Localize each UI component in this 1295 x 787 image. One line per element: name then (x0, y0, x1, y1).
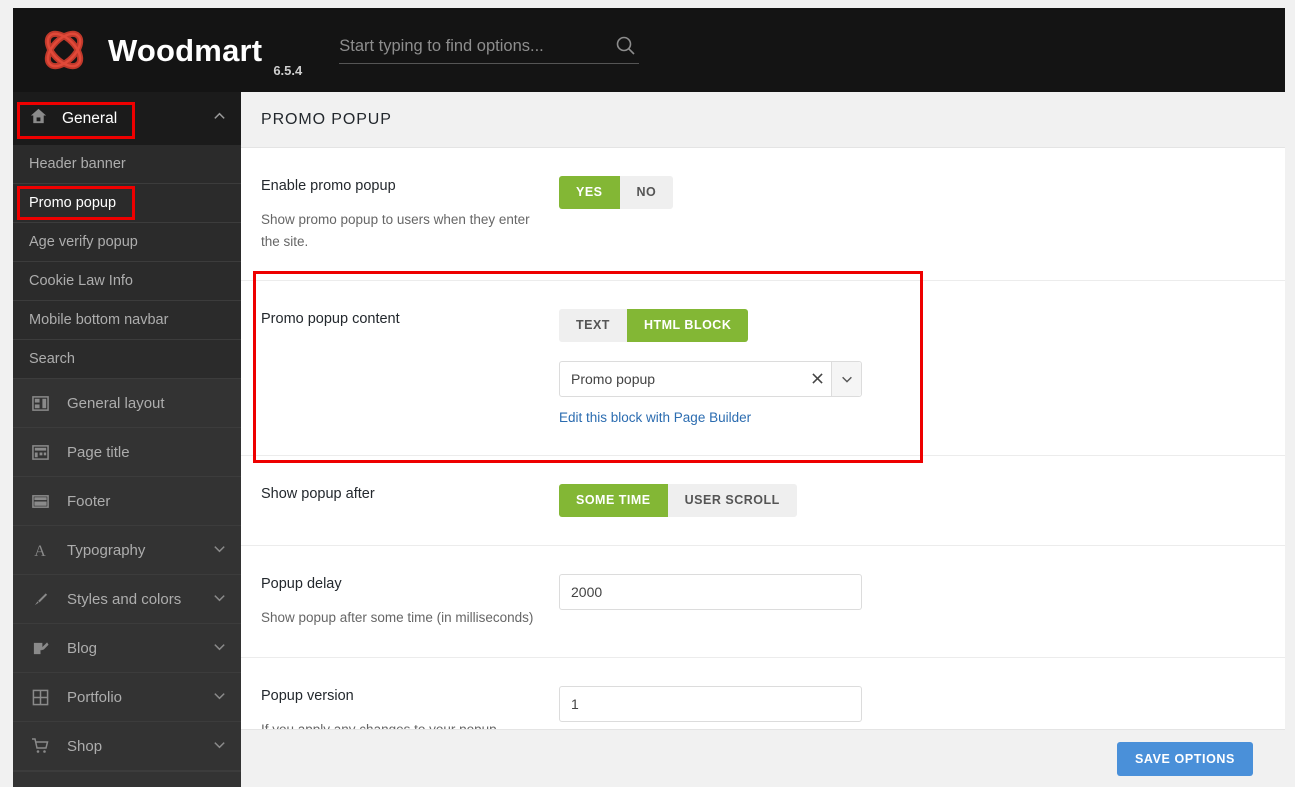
setting-label-col: Promo popup content (261, 309, 559, 427)
sidebar-item-footer[interactable]: Footer (13, 477, 241, 526)
content-footer-bar: SAVE OPTIONS (241, 729, 1285, 787)
sidebar-subitems: Header banner Promo popup Age verify pop… (13, 145, 241, 379)
setting-row-enable-promo-popup: Enable promo popup Show promo popup to u… (241, 148, 1285, 282)
setting-control-col: YES NO (559, 176, 1265, 252)
close-icon[interactable] (803, 371, 831, 388)
sidebar: General Header banner Promo popup Age ve… (13, 92, 241, 787)
chevron-up-icon (212, 109, 227, 129)
setting-description: Show popup after some time (in milliseco… (261, 610, 534, 626)
sidebar-subitem-label: Mobile bottom navbar (29, 312, 169, 328)
sidebar-item-typography[interactable]: A Typography (13, 526, 241, 575)
cart-icon (29, 737, 51, 755)
toggle-option-user-scroll[interactable]: USER SCROLL (667, 484, 797, 518)
setting-control-col: TEXT HTML BLOCK Promo popup Edit this bl… (559, 309, 1265, 427)
woodmart-logo-icon (36, 22, 92, 78)
setting-title: Enable promo popup (261, 178, 396, 194)
home-icon (29, 107, 48, 131)
page-title-icon (29, 444, 51, 461)
setting-label-col: Popup delay Show popup after some time (… (261, 574, 559, 629)
sidebar-item-label: Page title (67, 443, 130, 461)
sidebar-subitem-label: Search (29, 351, 75, 367)
sidebar-item-header-banner[interactable]: Header banner (13, 145, 241, 184)
html-block-select[interactable]: Promo popup (559, 361, 862, 398)
sidebar-item-label: Blog (67, 639, 98, 657)
content-panel: PROMO POPUP Enable promo popup Show prom… (241, 92, 1285, 787)
version-label: 6.5.4 (273, 63, 303, 78)
chevron-down-icon[interactable] (831, 362, 861, 397)
sidebar-item-label: Portfolio (67, 688, 123, 706)
enable-promo-popup-toggle[interactable]: YES NO (559, 176, 674, 209)
popup-content-type-toggle[interactable]: TEXT HTML BLOCK (559, 309, 749, 343)
sidebar-item-mobile-bottom-navbar[interactable]: Mobile bottom navbar (13, 301, 241, 340)
sidebar-item-label: Styles and colors (67, 590, 182, 608)
sidebar-item-search[interactable]: Search (13, 340, 241, 379)
edit-block-page-builder-link[interactable]: Edit this block with Page Builder (559, 410, 751, 425)
sidebar-subitem-label: Header banner (29, 156, 126, 172)
search-icon (615, 35, 637, 62)
sidebar-subitem-label: Age verify popup (29, 234, 138, 250)
app-header: Woodmart 6.5.4 (13, 8, 1285, 92)
layout-icon (29, 395, 51, 412)
sidebar-item-label: Typography (67, 541, 146, 559)
popup-version-input[interactable] (559, 686, 862, 723)
save-options-button[interactable]: SAVE OPTIONS (1116, 741, 1253, 776)
sidebar-item-cookie-law-info[interactable]: Cookie Law Info (13, 262, 241, 301)
setting-label-col: Show popup after (261, 484, 559, 517)
sidebar-item-label: Footer (67, 492, 111, 510)
setting-row-popup-delay: Popup delay Show popup after some time (… (241, 546, 1285, 659)
brand-name: Woodmart (108, 32, 263, 68)
footer-icon (29, 493, 51, 510)
search-input[interactable] (339, 36, 602, 56)
setting-row-promo-popup-content: Promo popup content TEXT HTML BLOCK Prom… (241, 281, 1285, 457)
setting-title: Popup delay (261, 576, 342, 593)
chevron-down-icon (212, 590, 227, 609)
toggle-option-text[interactable]: TEXT (559, 309, 627, 343)
setting-title: Popup version (261, 688, 354, 705)
sidebar-item-age-verify-popup[interactable]: Age verify popup (13, 223, 241, 262)
sidebar-main-items: General layout Page title Footer A Typog… (13, 379, 241, 787)
sidebar-subitem-label: Cookie Law Info (29, 273, 133, 289)
chevron-down-icon (212, 688, 227, 707)
svg-text:A: A (34, 543, 46, 559)
sidebar-item-promo-popup[interactable]: Promo popup (13, 184, 241, 223)
search-box[interactable] (339, 35, 640, 64)
sidebar-item-shop[interactable]: Shop (13, 722, 241, 771)
toggle-option-yes[interactable]: YES (559, 176, 620, 209)
show-popup-after-toggle[interactable]: SOME TIME USER SCROLL (559, 484, 797, 518)
brush-icon (29, 591, 51, 608)
chevron-down-icon (212, 541, 227, 560)
blog-icon (29, 640, 51, 657)
toggle-option-html-block[interactable]: HTML BLOCK (626, 309, 749, 343)
sidebar-item-portfolio[interactable]: Portfolio (13, 673, 241, 722)
toggle-option-no[interactable]: NO (619, 176, 674, 209)
sidebar-item-blog[interactable]: Blog (13, 624, 241, 673)
chevron-down-icon (212, 639, 227, 658)
sidebar-item-page-title[interactable]: Page title (13, 428, 241, 477)
popup-delay-input[interactable] (559, 574, 862, 611)
sidebar-item-label: General layout (67, 394, 165, 412)
html-block-selected-value: Promo popup (571, 371, 656, 388)
sidebar-item-general-layout[interactable]: General layout (13, 379, 241, 428)
setting-control-col (559, 574, 1265, 629)
typography-icon: A (29, 541, 51, 559)
setting-row-show-popup-after: Show popup after SOME TIME USER SCROLL (241, 456, 1285, 547)
setting-title: Show popup after (261, 486, 375, 503)
chevron-down-icon (212, 737, 227, 756)
app-window: Woodmart 6.5.4 General (0, 0, 1295, 787)
sidebar-group-label: General (62, 109, 118, 127)
setting-control-col: SOME TIME USER SCROLL (559, 484, 1265, 518)
portfolio-icon (29, 689, 51, 706)
sidebar-item-partial[interactable] (13, 771, 241, 787)
sidebar-group-general[interactable]: General (13, 92, 241, 145)
sidebar-subitem-label: Promo popup (29, 195, 117, 211)
page-title: PROMO POPUP (261, 110, 392, 128)
setting-label-col: Enable promo popup Show promo popup to u… (261, 176, 559, 252)
page-title-bar: PROMO POPUP (241, 92, 1285, 148)
sidebar-item-styles-and-colors[interactable]: Styles and colors (13, 575, 241, 624)
setting-description: Show promo popup to users when they ente… (261, 211, 530, 249)
setting-title: Promo popup content (261, 311, 400, 328)
toggle-option-some-time[interactable]: SOME TIME (559, 484, 668, 518)
sidebar-item-label: Shop (67, 737, 103, 755)
